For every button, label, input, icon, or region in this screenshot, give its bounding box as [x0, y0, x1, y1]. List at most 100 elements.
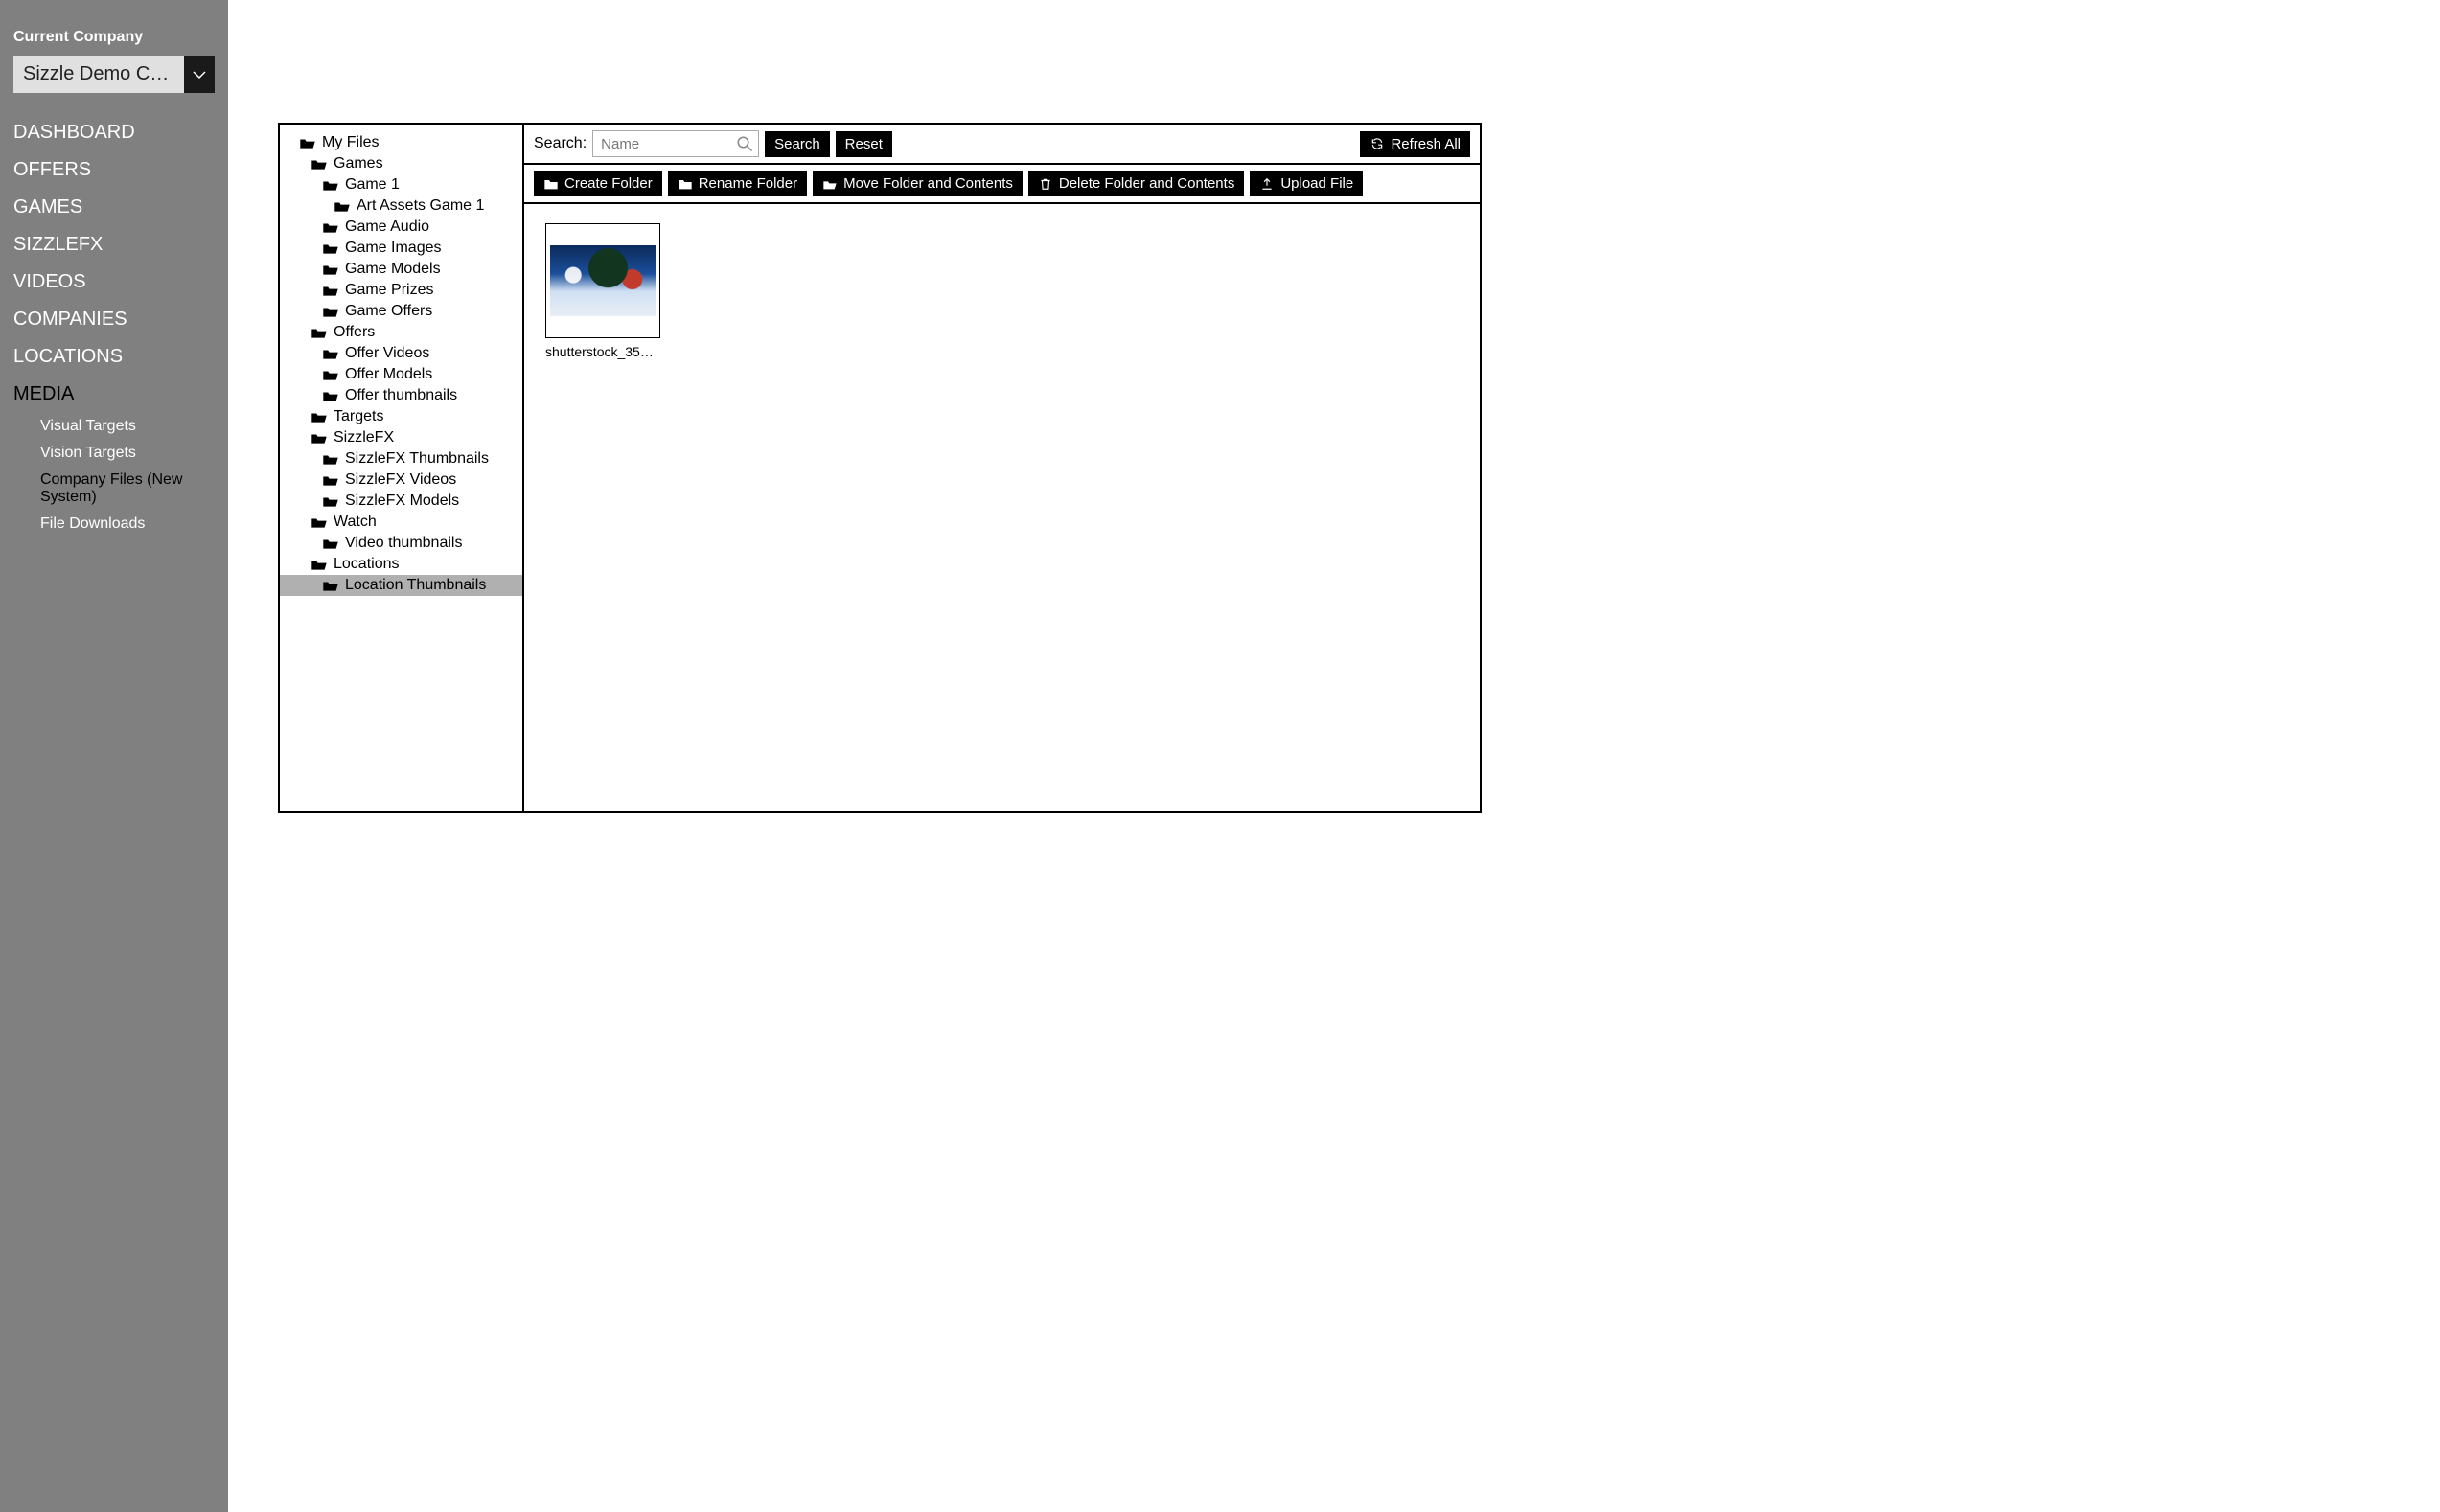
- create-folder-label: Create Folder: [564, 175, 653, 192]
- tree-node-label: Game Prizes: [345, 282, 433, 299]
- folder-open-icon: [311, 157, 328, 171]
- create-folder-button[interactable]: Create Folder: [534, 171, 662, 196]
- folder-tree: My FilesGamesGame 1Art Assets Game 1Game…: [280, 125, 524, 811]
- action-bar: Create Folder Rename Folder Move Folder …: [524, 165, 1480, 204]
- tree-node[interactable]: Art Assets Game 1: [280, 195, 522, 217]
- tree-node-label: Targets: [334, 408, 383, 425]
- tree-node[interactable]: Game Offers: [280, 301, 522, 322]
- delete-folder-button[interactable]: Delete Folder and Contents: [1028, 171, 1244, 196]
- company-select[interactable]: Sizzle Demo Com…: [13, 56, 215, 93]
- nav-item-dashboard[interactable]: DASHBOARD: [0, 114, 228, 151]
- folder-open-icon: [322, 452, 339, 466]
- thumbnail-image: [550, 245, 656, 316]
- search-input[interactable]: [592, 130, 759, 157]
- tree-node[interactable]: Game 1: [280, 174, 522, 195]
- upload-file-button[interactable]: Upload File: [1250, 171, 1363, 196]
- search-button-label: Search: [774, 136, 820, 152]
- nav-item-videos[interactable]: VIDEOS: [0, 263, 228, 301]
- nav-sub-item-visual-targets[interactable]: Visual Targets: [40, 413, 228, 440]
- tree-node[interactable]: Games: [280, 153, 522, 174]
- content-panel: Search: Search Reset Refresh All: [524, 125, 1480, 811]
- search-button[interactable]: Search: [765, 131, 830, 157]
- nav-sub-item-vision-targets[interactable]: Vision Targets: [40, 440, 228, 467]
- folder-open-icon: [322, 284, 339, 297]
- tree-node-label: SizzleFX Models: [345, 493, 459, 510]
- tree-node-label: Watch: [334, 514, 377, 531]
- folder-open-icon: [322, 537, 339, 550]
- nav-item-offers[interactable]: OFFERS: [0, 151, 228, 189]
- folder-open-icon: [322, 494, 339, 508]
- folder-open-icon: [322, 305, 339, 318]
- folder-icon: [678, 177, 693, 191]
- tree-node-label: Video thumbnails: [345, 535, 462, 552]
- tree-node[interactable]: SizzleFX Videos: [280, 470, 522, 491]
- move-folder-button[interactable]: Move Folder and Contents: [813, 171, 1023, 196]
- folder-open-icon: [322, 579, 339, 592]
- delete-folder-label: Delete Folder and Contents: [1059, 175, 1234, 192]
- tree-node-label: Games: [334, 155, 383, 172]
- company-label: Current Company: [0, 29, 228, 56]
- folder-open-icon: [322, 220, 339, 234]
- tree-node-label: Game 1: [345, 176, 400, 194]
- file-name: shutterstock_35198036: [545, 338, 660, 359]
- folder-open-icon: [322, 241, 339, 255]
- folder-open-icon: [311, 558, 328, 571]
- tree-node[interactable]: Watch: [280, 512, 522, 533]
- trash-icon: [1038, 177, 1053, 191]
- tree-node-label: SizzleFX Thumbnails: [345, 450, 489, 468]
- nav-sub-item-company-files[interactable]: Company Files (New System): [40, 467, 228, 511]
- refresh-icon: [1370, 137, 1385, 150]
- tree-node-label: Game Images: [345, 240, 441, 257]
- folder-open-icon: [322, 347, 339, 360]
- tree-node-label: Offer Videos: [345, 345, 429, 362]
- search-label: Search:: [534, 135, 587, 152]
- nav-item-companies[interactable]: COMPANIES: [0, 301, 228, 338]
- tree-node[interactable]: SizzleFX Thumbnails: [280, 448, 522, 470]
- file-grid: shutterstock_35198036: [524, 204, 1480, 811]
- tree-node[interactable]: SizzleFX Models: [280, 491, 522, 512]
- move-folder-label: Move Folder and Contents: [843, 175, 1013, 192]
- tree-node[interactable]: Game Prizes: [280, 280, 522, 301]
- chevron-down-icon[interactable]: [184, 56, 215, 93]
- folder-open-icon: [311, 515, 328, 529]
- tree-node[interactable]: Locations: [280, 554, 522, 575]
- tree-node-label: Game Models: [345, 261, 441, 278]
- nav-sub-item-file-downloads[interactable]: File Downloads: [40, 511, 228, 538]
- tree-node[interactable]: My Files: [280, 132, 522, 153]
- company-select-value: Sizzle Demo Com…: [13, 56, 184, 93]
- nav-item-media[interactable]: MEDIA: [0, 376, 228, 413]
- tree-node-label: SizzleFX Videos: [345, 471, 456, 489]
- refresh-button-label: Refresh All: [1391, 136, 1461, 152]
- search-input-wrap: [592, 130, 759, 157]
- folder-open-icon: [311, 410, 328, 424]
- folder-open-icon: [322, 178, 339, 192]
- tree-node-label: Location Thumbnails: [345, 577, 486, 594]
- tree-node[interactable]: Location Thumbnails: [280, 575, 522, 596]
- sidebar: Current Company Sizzle Demo Com… DASHBOA…: [0, 0, 228, 1512]
- tree-node[interactable]: Game Images: [280, 238, 522, 259]
- tree-node-label: Game Audio: [345, 218, 429, 236]
- tree-node[interactable]: Offer Videos: [280, 343, 522, 364]
- tree-node[interactable]: Offer Models: [280, 364, 522, 385]
- tree-node[interactable]: Offers: [280, 322, 522, 343]
- folder-open-icon: [322, 473, 339, 487]
- tree-node[interactable]: SizzleFX: [280, 427, 522, 448]
- refresh-button[interactable]: Refresh All: [1360, 131, 1470, 157]
- tree-node[interactable]: Game Audio: [280, 217, 522, 238]
- folder-icon: [543, 177, 559, 191]
- tree-node[interactable]: Video thumbnails: [280, 533, 522, 554]
- nav-sub: Visual TargetsVision TargetsCompany File…: [0, 413, 228, 538]
- folder-open-icon: [311, 431, 328, 445]
- tree-node[interactable]: Targets: [280, 406, 522, 427]
- tree-node-label: Locations: [334, 556, 400, 573]
- nav-item-games[interactable]: GAMES: [0, 189, 228, 226]
- tree-node[interactable]: Game Models: [280, 259, 522, 280]
- nav-item-sizzlefx[interactable]: SIZZLEFX: [0, 226, 228, 263]
- rename-folder-button[interactable]: Rename Folder: [668, 171, 807, 196]
- nav: DASHBOARDOFFERSGAMESSIZZLEFXVIDEOSCOMPAN…: [0, 114, 228, 538]
- tree-node[interactable]: Offer thumbnails: [280, 385, 522, 406]
- reset-button[interactable]: Reset: [836, 131, 892, 157]
- file-thumbnail[interactable]: shutterstock_35198036: [545, 223, 660, 359]
- nav-item-locations[interactable]: LOCATIONS: [0, 338, 228, 376]
- thumbnail-box: [545, 223, 660, 338]
